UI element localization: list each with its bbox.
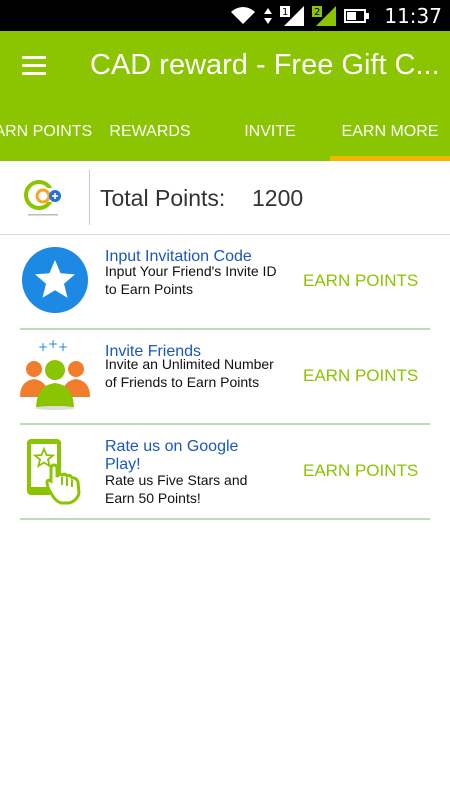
tab-bar: EARN POINTS REWARDS INVITE EARN MORE — [0, 101, 450, 161]
tab-rewards[interactable]: REWARDS — [90, 101, 210, 161]
star-icon — [22, 247, 88, 313]
total-points-value: 1200 — [252, 185, 304, 211]
points-header: Total Points: 1200 — [0, 161, 450, 235]
svg-text:+: + — [58, 340, 68, 354]
tab-earn-points[interactable]: EARN POINTS — [0, 101, 98, 161]
item-description: Rate us Five Stars and Earn 50 Points! — [105, 472, 248, 506]
tab-earn-more[interactable]: EARN MORE — [330, 101, 450, 161]
earn-points-button[interactable]: EARN POINTS — [303, 271, 418, 291]
earn-points-button[interactable]: EARN POINTS — [303, 366, 418, 386]
header-divider — [89, 170, 90, 225]
svg-text:1: 1 — [282, 7, 288, 18]
battery-icon — [344, 8, 370, 23]
svg-text:2: 2 — [314, 7, 320, 18]
list-item-input-invitation-code[interactable]: Input Invitation Code Input Your Friend'… — [20, 235, 430, 330]
friends-icon: + + + — [20, 339, 90, 410]
item-description: Invite an Unlimited Number of Friends to… — [105, 356, 274, 390]
menu-icon — [22, 56, 46, 59]
phone-rate-icon — [27, 439, 81, 505]
tab-invite[interactable]: INVITE — [210, 101, 330, 161]
svg-text:+: + — [48, 339, 58, 351]
signal-sim2-icon: 2 — [312, 5, 337, 26]
app-bar: CAD reward - Free Gift C... — [0, 31, 450, 101]
signal-sim1-icon: 1 — [280, 5, 305, 26]
svg-text:+: + — [38, 340, 48, 354]
total-points-label: Total Points: — [100, 185, 226, 211]
status-icons: 1 2 11:37 — [230, 0, 442, 31]
status-bar: 1 2 11:37 — [0, 0, 450, 31]
item-title: Rate us on Google Play! — [105, 438, 239, 473]
menu-button[interactable] — [14, 50, 56, 82]
list-item-rate-google-play[interactable]: Rate us on Google Play! Rate us Five Sta… — [20, 425, 430, 520]
item-description: Input Your Friend's Invite ID to Earn Po… — [105, 263, 277, 297]
data-arrows-icon — [264, 7, 273, 24]
earn-points-button[interactable]: EARN POINTS — [303, 461, 418, 481]
app-title: CAD reward - Free Gift C... — [90, 49, 440, 81]
status-time: 11:37 — [384, 3, 442, 28]
app-logo — [24, 180, 61, 216]
list-item-invite-friends[interactable]: + + + Invite Friends Invite an Unlimited… — [20, 330, 430, 425]
wifi-icon — [231, 6, 256, 24]
